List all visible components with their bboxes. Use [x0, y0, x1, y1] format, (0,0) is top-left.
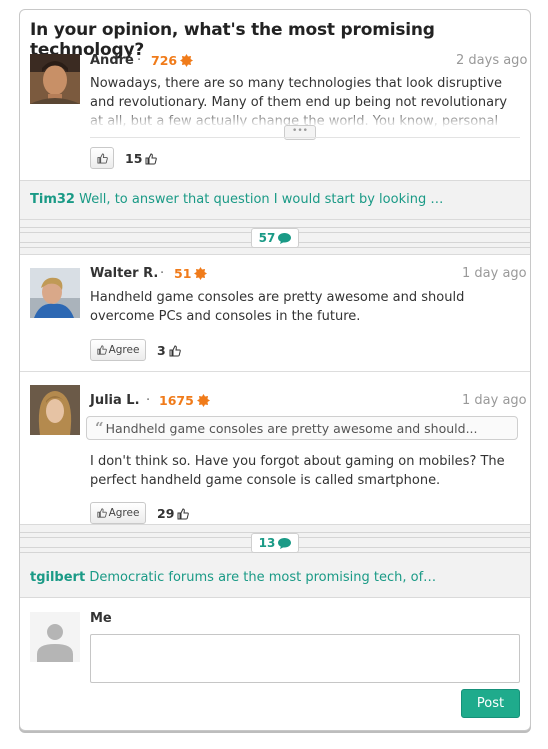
collapsed-comment-text: tgilbert Democratic forums are the most … [30, 570, 436, 585]
avatar[interactable] [30, 268, 80, 318]
collapsed-comment-text: Tim32 Well, to answer that question I wo… [30, 192, 443, 207]
like-button[interactable] [90, 147, 114, 169]
default-avatar-icon [30, 612, 80, 662]
user-score: 51 [174, 266, 208, 283]
post-text: Handheld game consoles are pretty awesom… [90, 290, 465, 324]
quote-icon: “ [95, 419, 104, 437]
hidden-count-value: 13 [258, 536, 276, 550]
post-author[interactable]: Julia L. [90, 393, 140, 408]
collapsed-author[interactable]: tgilbert [30, 570, 85, 585]
separator-dot: · [146, 393, 151, 408]
collapsed-comment[interactable]: tgilbert Democratic forums are the most … [20, 559, 530, 598]
separator-dot: · [137, 53, 142, 68]
thumbs-up-icon [96, 508, 107, 518]
agree-label: Agree [108, 344, 140, 356]
speech-bubble-icon [278, 537, 292, 549]
post-time: 1 day ago [462, 266, 527, 281]
post-text: I don't think so. Have you forgot about … [90, 454, 505, 488]
agree-button[interactable]: Agree [90, 502, 146, 524]
divider [90, 137, 520, 138]
quote-excerpt: Handheld game consoles are pretty awesom… [105, 420, 478, 436]
reply-author: Me [90, 611, 112, 626]
thumbs-up-icon [169, 344, 181, 356]
collapsed-excerpt: Democratic forums are the most promising… [89, 570, 437, 585]
discussion-card: In your opinion, what's the most promisi… [19, 9, 531, 731]
post-author[interactable]: André [90, 53, 134, 68]
avatar[interactable] [30, 54, 80, 104]
post-button[interactable]: Post [461, 689, 520, 718]
speech-bubble-icon [278, 232, 292, 244]
post-time: 2 days ago [456, 53, 528, 68]
post-author[interactable]: Walter R. [90, 266, 158, 281]
reply-textarea[interactable] [90, 634, 520, 683]
hidden-replies-count[interactable]: 57 [251, 228, 299, 248]
collapsed-comment[interactable]: Tim32 Well, to answer that question I wo… [20, 180, 530, 220]
badge-icon [180, 54, 194, 70]
like-count: 15 [125, 151, 158, 166]
badge-icon [194, 267, 208, 283]
thumbs-up-icon [177, 507, 190, 519]
like-count: 3 [157, 343, 181, 358]
user-score: 1675 [159, 393, 210, 410]
collapsed-excerpt: Well, to answer that question I would st… [79, 192, 444, 207]
post-julia: Julia L. · 1675 1 day ago “ Handheld gam… [20, 372, 530, 524]
like-count-value: 29 [157, 506, 175, 521]
like-count: 29 [157, 506, 190, 521]
thumbs-up-icon [96, 152, 108, 164]
hidden-count-value: 57 [258, 231, 276, 245]
collapsed-author[interactable]: Tim32 [30, 192, 75, 207]
avatar[interactable] [30, 385, 80, 435]
agree-label: Agree [108, 507, 140, 519]
quoted-text[interactable]: “ Handheld game consoles are pretty awes… [86, 416, 518, 440]
hidden-replies-bar[interactable]: 13 [20, 524, 530, 560]
agree-button[interactable]: Agree [90, 339, 146, 361]
score-value: 1675 [159, 393, 194, 408]
like-count-value: 15 [125, 151, 143, 166]
hidden-replies-count[interactable]: 13 [251, 533, 299, 553]
thumbs-up-icon [96, 345, 107, 355]
user-score: 726 [151, 53, 194, 70]
score-value: 726 [151, 53, 178, 68]
badge-icon [196, 394, 210, 410]
hidden-replies-bar[interactable]: 57 [20, 220, 530, 255]
post-time: 1 day ago [462, 393, 527, 408]
separator-dot: · [160, 266, 165, 281]
like-count-value: 3 [157, 343, 166, 358]
score-value: 51 [174, 266, 192, 281]
thumbs-up-icon [145, 152, 158, 164]
